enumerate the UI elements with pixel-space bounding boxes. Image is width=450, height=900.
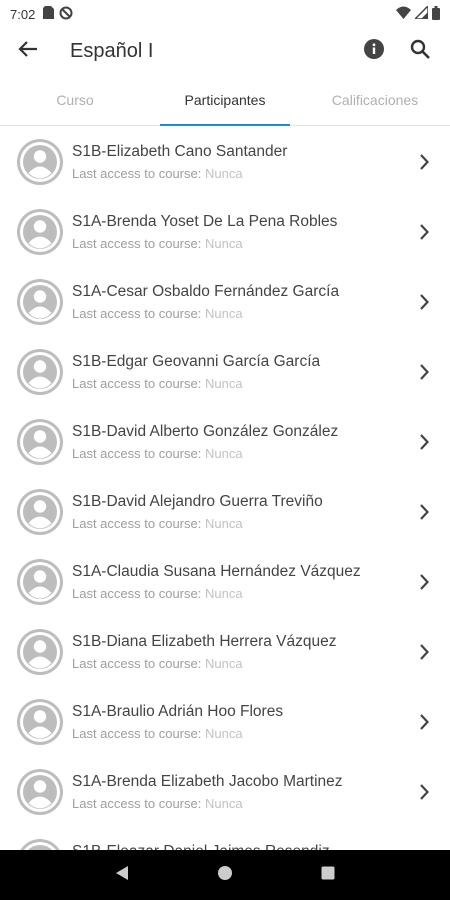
participant-row[interactable]: S1A-Cesar Osbaldo Fernández García Last … bbox=[0, 267, 450, 337]
participant-row[interactable]: S1B-Eleazar Daniel Jaimes Resendiz Last … bbox=[0, 827, 450, 850]
data-saver-icon bbox=[59, 6, 73, 23]
last-access-label: Last access to course: bbox=[72, 376, 202, 391]
wifi-icon bbox=[396, 6, 411, 22]
last-access-value: Nunca bbox=[204, 726, 243, 741]
nav-recents-icon[interactable] bbox=[320, 865, 336, 886]
chevron-right-icon bbox=[404, 547, 444, 617]
last-access-label: Last access to course: bbox=[72, 236, 202, 251]
search-icon bbox=[410, 39, 430, 64]
nav-back-icon[interactable] bbox=[114, 865, 130, 886]
nav-home-icon[interactable] bbox=[217, 865, 233, 886]
avatar-icon bbox=[17, 559, 63, 605]
tab-participantes[interactable]: Participantes bbox=[150, 74, 300, 126]
participant-name: S1A-Claudia Susana Hernández Vázquez bbox=[72, 563, 361, 580]
last-access-label: Last access to course: bbox=[72, 586, 202, 601]
system-nav-bar bbox=[0, 850, 450, 900]
avatar-icon bbox=[17, 209, 63, 255]
info-button[interactable] bbox=[358, 35, 390, 67]
chevron-right-icon bbox=[404, 267, 444, 337]
last-access-value: Nunca bbox=[204, 656, 243, 671]
status-time: 7:02 bbox=[10, 6, 36, 22]
chevron-right-icon bbox=[404, 687, 444, 757]
battery-icon bbox=[432, 5, 440, 23]
last-access-label: Last access to course: bbox=[72, 516, 202, 531]
participant-row[interactable]: S1A-Claudia Susana Hernández Vázquez Las… bbox=[0, 547, 450, 617]
app-bar: Español I bbox=[0, 28, 450, 74]
participant-name: S1A-Cesar Osbaldo Fernández García bbox=[72, 283, 340, 300]
chevron-right-icon bbox=[404, 617, 444, 687]
last-access-label: Last access to course: bbox=[72, 166, 202, 181]
participant-name: S1B-David Alberto González González bbox=[72, 423, 339, 440]
avatar-icon bbox=[17, 419, 63, 465]
chevron-right-icon bbox=[404, 197, 444, 267]
arrow-back-icon bbox=[18, 39, 38, 64]
last-access-value: Nunca bbox=[204, 166, 243, 181]
tab-calificaciones[interactable]: Calificaciones bbox=[300, 74, 450, 125]
participant-name: S1B-David Alejandro Guerra Treviño bbox=[72, 493, 323, 510]
participant-row[interactable]: S1A-Brenda Yoset De La Pena Robles Last … bbox=[0, 197, 450, 267]
chevron-right-icon bbox=[404, 337, 444, 407]
avatar-icon bbox=[17, 839, 63, 850]
participant-row[interactable]: S1B-Elizabeth Cano Santander Last access… bbox=[0, 127, 450, 197]
last-access-value: Nunca bbox=[204, 586, 243, 601]
participant-name: S1B-Edgar Geovanni García García bbox=[72, 353, 321, 370]
chevron-right-icon bbox=[404, 827, 444, 850]
sim-card-icon bbox=[43, 6, 55, 22]
avatar-icon bbox=[17, 769, 63, 815]
avatar-icon bbox=[17, 629, 63, 675]
avatar-icon bbox=[17, 489, 63, 535]
last-access-label: Last access to course: bbox=[72, 656, 202, 671]
participant-row[interactable]: S1A-Brenda Elizabeth Jacobo Martinez Las… bbox=[0, 757, 450, 827]
page-title: Español I bbox=[70, 39, 154, 62]
participant-name: S1A-Braulio Adrián Hoo Flores bbox=[72, 703, 284, 720]
participant-name: S1B-Diana Elizabeth Herrera Vázquez bbox=[72, 633, 337, 650]
last-access-label: Last access to course: bbox=[72, 446, 202, 461]
tab-curso[interactable]: Curso bbox=[0, 74, 150, 125]
info-icon bbox=[364, 38, 384, 64]
avatar-icon bbox=[17, 279, 63, 325]
participant-name: S1B-Eleazar Daniel Jaimes Resendiz bbox=[72, 843, 404, 850]
avatar-icon bbox=[17, 699, 63, 745]
chevron-right-icon bbox=[404, 407, 444, 477]
last-access-value: Nunca bbox=[204, 376, 243, 391]
last-access-label: Last access to course: bbox=[72, 306, 202, 321]
chevron-right-icon bbox=[404, 757, 444, 827]
avatar-icon bbox=[17, 349, 63, 395]
back-button[interactable] bbox=[0, 28, 56, 74]
participant-row[interactable]: S1A-Braulio Adrián Hoo Flores Last acces… bbox=[0, 687, 450, 757]
participant-name: S1B-Elizabeth Cano Santander bbox=[72, 143, 288, 160]
tab-bar: Curso Participantes Calificaciones bbox=[0, 74, 450, 126]
last-access-value: Nunca bbox=[204, 516, 243, 531]
participant-row[interactable]: S1B-David Alberto González González Last… bbox=[0, 407, 450, 477]
status-bar: 7:02 bbox=[0, 0, 450, 28]
participant-name: S1A-Brenda Yoset De La Pena Robles bbox=[72, 213, 338, 230]
signal-icon bbox=[413, 4, 429, 22]
participant-name: S1A-Brenda Elizabeth Jacobo Martinez bbox=[72, 773, 343, 790]
avatar-icon bbox=[17, 139, 63, 185]
last-access-value: Nunca bbox=[204, 796, 243, 811]
chevron-right-icon bbox=[404, 127, 444, 197]
last-access-label: Last access to course: bbox=[72, 796, 202, 811]
participant-row[interactable]: S1B-Edgar Geovanni García García Last ac… bbox=[0, 337, 450, 407]
participants-list[interactable]: S1B-Elizabeth Cano Santander Last access… bbox=[0, 127, 450, 850]
chevron-right-icon bbox=[404, 477, 444, 547]
search-button[interactable] bbox=[404, 35, 436, 67]
last-access-value: Nunca bbox=[204, 236, 243, 251]
last-access-value: Nunca bbox=[204, 446, 243, 461]
last-access-value: Nunca bbox=[204, 306, 243, 321]
participant-row[interactable]: S1B-David Alejandro Guerra Treviño Last … bbox=[0, 477, 450, 547]
participant-row[interactable]: S1B-Diana Elizabeth Herrera Vázquez Last… bbox=[0, 617, 450, 687]
last-access-label: Last access to course: bbox=[72, 726, 202, 741]
